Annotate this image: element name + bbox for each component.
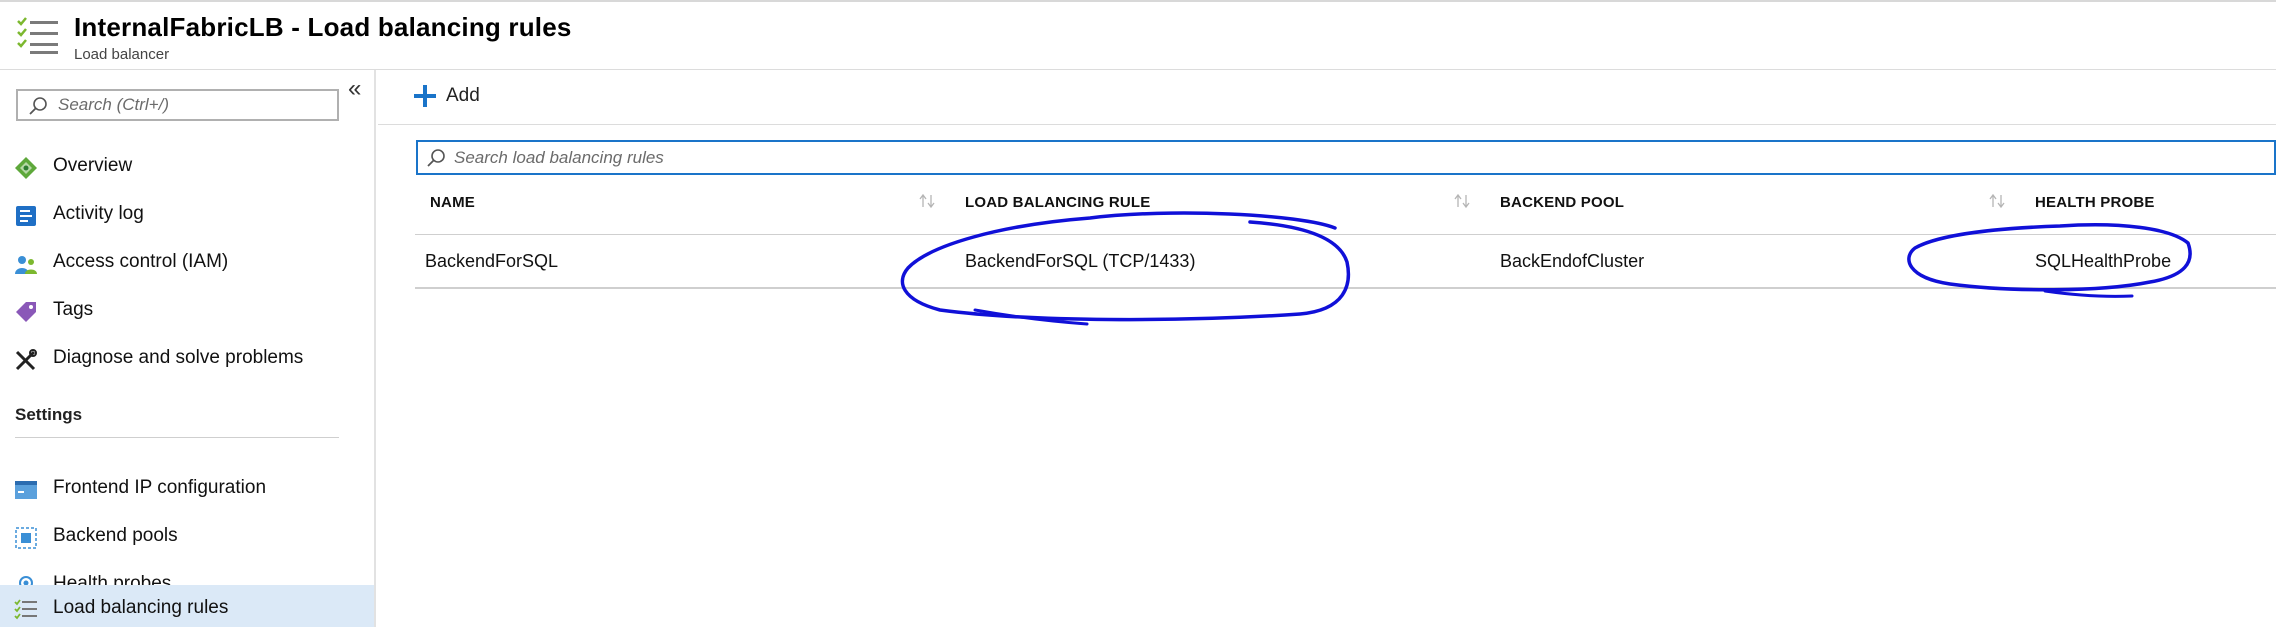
sidebar-item-label: Backend pools <box>53 525 178 546</box>
column-header-name[interactable]: NAME <box>430 194 475 211</box>
sidebar-item-label: Frontend IP configuration <box>53 477 267 498</box>
sidebar-item-label: Diagnose and solve problems <box>53 347 304 368</box>
sidebar-item-backend-pools[interactable]: Backend pools <box>0 513 374 559</box>
rules-list-icon <box>17 17 58 54</box>
frontend-ip-icon <box>15 481 37 499</box>
search-icon <box>427 149 445 167</box>
plus-icon <box>414 85 436 107</box>
sidebar-item-access-control[interactable]: Access control (IAM) <box>0 239 374 285</box>
sidebar-item-frontend-ip[interactable]: Frontend IP configuration <box>0 465 374 511</box>
activity-log-icon <box>16 206 36 226</box>
command-bar: Add <box>378 70 2276 125</box>
sidebar-item-diagnose[interactable]: Diagnose and solve problems <box>0 335 374 381</box>
sidebar-item-activity-log[interactable]: Activity log <box>0 191 374 237</box>
sidebar-item-label: Tags <box>53 299 94 320</box>
sidebar: « Overview Activity log Acc <box>0 70 376 627</box>
cell-load-balancing-rule: BackendForSQL (TCP/1433) <box>965 251 1196 271</box>
wrench-icon <box>15 349 37 371</box>
column-header-backend-pool[interactable]: BACKEND POOL <box>1500 194 1624 211</box>
sort-icon[interactable] <box>1988 193 2006 209</box>
search-icon <box>29 97 47 115</box>
cell-name: BackendForSQL <box>425 251 559 271</box>
settings-section-heading: Settings <box>15 405 83 424</box>
sidebar-item-label: Activity log <box>53 203 144 224</box>
sort-icon[interactable] <box>1453 193 1471 209</box>
sidebar-item-tags[interactable]: Tags <box>0 287 374 333</box>
sidebar-item-label: Load balancing rules <box>53 597 229 618</box>
rules-search-box[interactable] <box>416 140 2276 175</box>
page-title: InternalFabricLB - Load balancing rules <box>74 12 572 42</box>
blade-header: InternalFabricLB - Load balancing rules … <box>0 2 2276 70</box>
overview-icon <box>15 157 37 179</box>
tag-icon <box>16 302 36 322</box>
settings-divider <box>15 437 339 438</box>
cell-health-probe: SQLHealthProbe <box>2035 251 2172 271</box>
table-row[interactable]: BackendForSQL BackendForSQL (TCP/1433) B… <box>415 235 2276 289</box>
sidebar-item-label: Overview <box>53 155 133 176</box>
column-header-health-probe[interactable]: HEALTH PROBE <box>2035 194 2155 211</box>
rules-list-icon <box>14 599 37 620</box>
sidebar-item-overview[interactable]: Overview <box>0 143 374 189</box>
iam-icon <box>15 256 37 274</box>
cell-backend-pool: BackEndofCluster <box>1500 251 1645 271</box>
sidebar-search-input[interactable] <box>58 94 328 116</box>
column-header-load-balancing-rule[interactable]: LOAD BALANCING RULE <box>965 194 1150 211</box>
backend-pool-icon <box>15 527 37 549</box>
collapse-sidebar-button[interactable]: « <box>348 77 368 101</box>
page-subtitle: Load balancer <box>74 46 170 63</box>
rules-search-input[interactable] <box>454 146 1254 170</box>
sidebar-item-label: Access control (IAM) <box>53 251 229 272</box>
sidebar-item-load-balancing-rules[interactable]: Load balancing rules <box>0 585 374 627</box>
sidebar-search-box[interactable] <box>16 89 339 121</box>
add-button-label: Add <box>446 85 480 106</box>
sort-icon[interactable] <box>918 193 936 209</box>
